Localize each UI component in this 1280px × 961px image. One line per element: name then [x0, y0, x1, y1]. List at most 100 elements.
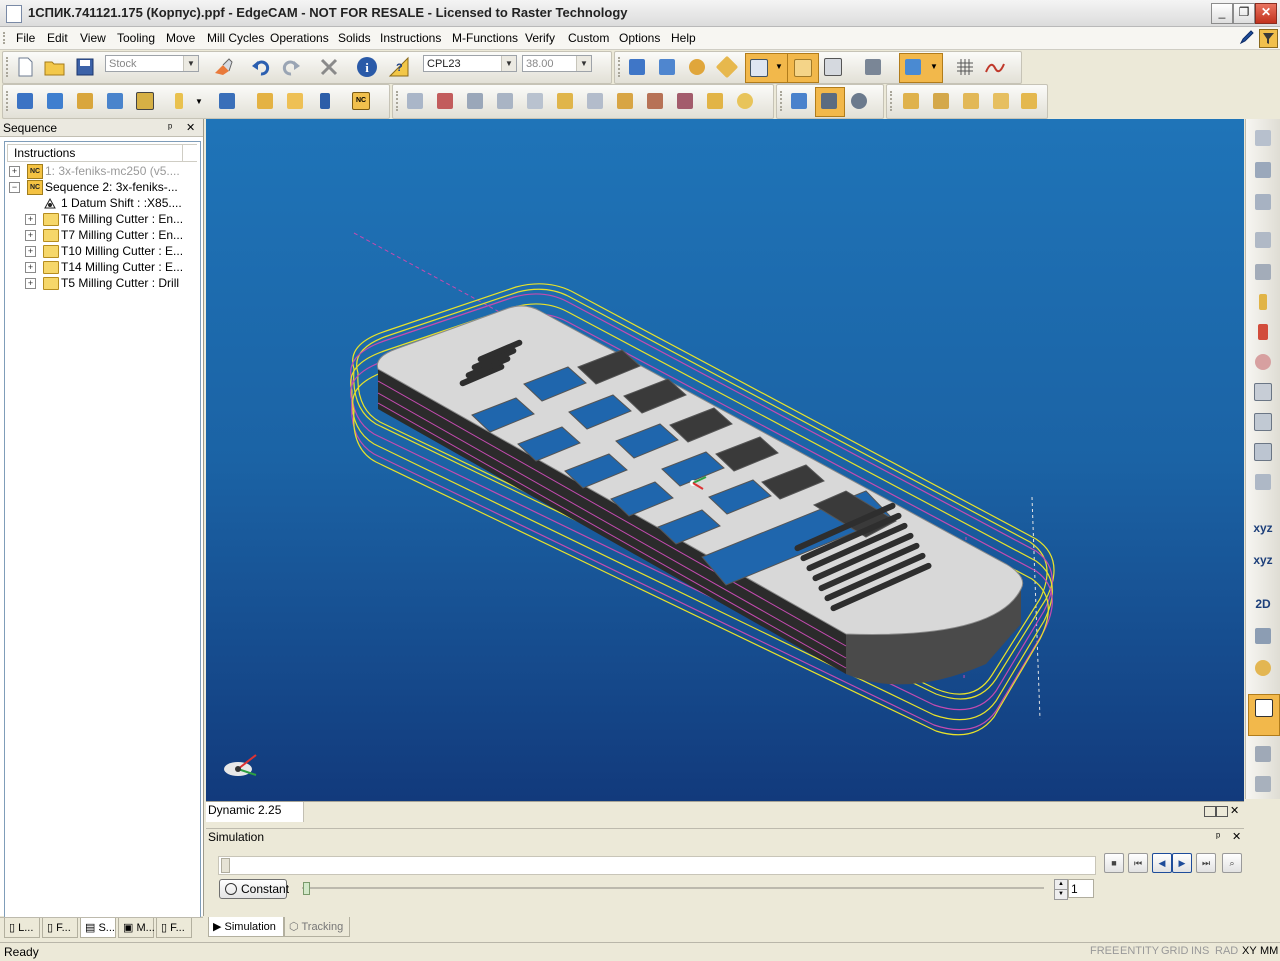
pocketing-button[interactable]	[583, 89, 607, 113]
corner-button[interactable]	[703, 89, 727, 113]
expander-icon[interactable]: +	[25, 214, 36, 225]
tree-header[interactable]: Instructions	[7, 144, 183, 162]
filter-icon[interactable]	[1259, 29, 1278, 48]
toolbar-grip[interactable]	[6, 91, 11, 111]
menu-verify[interactable]: Verify	[525, 31, 555, 45]
toolbar-grip[interactable]	[396, 91, 401, 111]
feed-button[interactable]	[73, 89, 97, 113]
indicator-entity[interactable]: ENTITY	[1120, 945, 1159, 957]
rotate-button[interactable]	[685, 55, 709, 79]
speed-slider-thumb[interactable]	[303, 882, 310, 895]
graphics-viewport[interactable]	[206, 119, 1244, 801]
new-file-button[interactable]	[13, 55, 37, 79]
run-button[interactable]	[313, 89, 337, 113]
curve-button[interactable]	[983, 55, 1007, 79]
transform-5-button[interactable]	[1017, 89, 1041, 113]
frame-button[interactable]	[1250, 409, 1276, 435]
menu-custom[interactable]: Custom	[568, 31, 609, 45]
layer-solid-button[interactable]	[1250, 125, 1276, 151]
maximize-button[interactable]: ❐	[1233, 3, 1255, 24]
menu-m-functions[interactable]: M-Functions	[452, 31, 518, 45]
save-button[interactable]	[73, 55, 97, 79]
hidden-line-button[interactable]	[821, 55, 845, 79]
step-value-input[interactable]: 1	[1068, 879, 1094, 898]
surface-view-button[interactable]	[1250, 259, 1276, 285]
transform-4-button[interactable]	[989, 89, 1013, 113]
constant-cusp-button[interactable]	[673, 89, 697, 113]
menu-help[interactable]: Help	[671, 31, 696, 45]
intersect-button[interactable]	[1250, 741, 1276, 767]
solid-box-button[interactable]	[1250, 469, 1276, 495]
tab-layers[interactable]: ▯ L...	[4, 918, 40, 938]
expander-icon[interactable]: +	[25, 262, 36, 273]
stop-button[interactable]: ■	[1104, 853, 1124, 873]
shaded-view-button[interactable]: ▼	[745, 53, 789, 83]
xyz-step-button[interactable]: xyz	[1250, 547, 1276, 573]
menu-move[interactable]: Move	[166, 31, 195, 45]
layer-surface-button[interactable]	[1250, 157, 1276, 183]
indicator-grid[interactable]: GRID	[1161, 945, 1189, 957]
expander-icon[interactable]: +	[25, 246, 36, 257]
undo-button[interactable]	[249, 55, 273, 79]
restore-icon[interactable]	[1204, 806, 1216, 817]
expander-icon[interactable]: +	[9, 166, 20, 177]
feature-button[interactable]	[253, 89, 277, 113]
depth-button[interactable]	[1250, 319, 1276, 345]
roughing-button[interactable]	[433, 89, 457, 113]
toolbar-grip[interactable]	[890, 91, 895, 111]
box-button[interactable]	[1250, 439, 1276, 465]
parallel-lace-button[interactable]	[523, 89, 547, 113]
profiling-button[interactable]	[463, 89, 487, 113]
close-icon[interactable]: ✕	[1232, 829, 1241, 846]
layer-combo[interactable]: Stock ▼	[105, 55, 199, 72]
fast-forward-button[interactable]: ⏭	[1196, 853, 1216, 873]
pencil-mill-button[interactable]	[553, 89, 577, 113]
tool-view-button[interactable]	[1250, 289, 1276, 315]
menu-solids[interactable]: Solids	[338, 31, 371, 45]
open-file-button[interactable]	[43, 55, 67, 79]
stock-button[interactable]	[133, 89, 157, 113]
stock-view-button[interactable]	[1250, 227, 1276, 253]
redo-button[interactable]	[279, 55, 303, 79]
close-button[interactable]: ✕	[1255, 3, 1277, 24]
snap-button[interactable]	[1250, 623, 1276, 649]
tool-button[interactable]	[167, 89, 191, 113]
home-button[interactable]	[103, 89, 127, 113]
tab-files[interactable]: ▯ F...	[156, 918, 192, 938]
tab-machine[interactable]: ▣ M...	[118, 918, 155, 938]
depth-combo[interactable]: 38.00 ▼	[522, 55, 592, 72]
expander-icon[interactable]: −	[9, 182, 20, 193]
verify-button[interactable]	[815, 87, 845, 117]
simulation-progress-bar[interactable]	[218, 856, 1096, 875]
delete-button[interactable]	[317, 55, 341, 79]
speed-mode-button[interactable]: Constant	[219, 879, 289, 899]
info-button[interactable]: i	[355, 55, 379, 79]
entry-mode-button[interactable]	[1248, 694, 1280, 736]
transform-1-button[interactable]	[899, 89, 923, 113]
layer-edit-button[interactable]	[1250, 189, 1276, 215]
hole-button[interactable]	[613, 89, 637, 113]
menu-edit[interactable]: Edit	[47, 31, 68, 45]
pin-icon[interactable]: ᵖ	[1216, 829, 1220, 846]
tab-tracking[interactable]: ⬡ Tracking	[284, 917, 350, 937]
rest-rough-button[interactable]	[643, 89, 667, 113]
toolbar-grip[interactable]	[618, 57, 623, 77]
2d-button[interactable]: 2D	[1250, 591, 1276, 617]
toolstore-button[interactable]	[215, 89, 239, 113]
xyz-button[interactable]: xyz	[1250, 515, 1276, 541]
progress-thumb[interactable]	[221, 858, 230, 873]
rewind-button[interactable]: ⏮	[1128, 853, 1148, 873]
menu-file[interactable]: File	[16, 31, 35, 45]
face-mill-button[interactable]	[403, 89, 427, 113]
step-down-button[interactable]: ▼	[1054, 889, 1068, 900]
indicator-ins[interactable]: INS	[1191, 945, 1209, 957]
measure-button[interactable]: ?	[387, 55, 411, 79]
indicator-xy[interactable]: XY	[1242, 945, 1257, 957]
app-icon[interactable]	[6, 5, 22, 23]
indicator-free[interactable]: FREE	[1090, 945, 1119, 957]
simulate-button[interactable]	[787, 89, 811, 113]
play-button[interactable]: ▶	[1172, 853, 1192, 873]
plunge-button[interactable]	[13, 89, 37, 113]
maximize-icon[interactable]	[1216, 806, 1228, 817]
boundary-button[interactable]	[1250, 379, 1276, 405]
